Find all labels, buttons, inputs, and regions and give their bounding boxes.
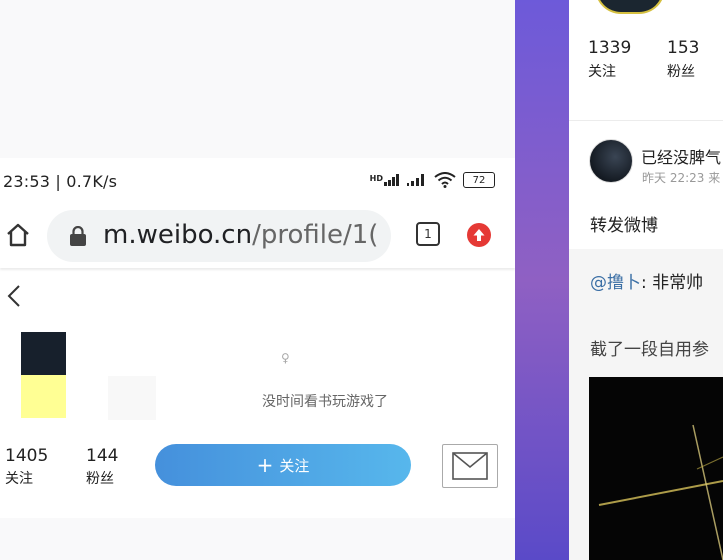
right-followers-count: 153 <box>667 38 700 58</box>
status-time: 23:53 | 0.7K/s <box>3 172 118 191</box>
background-strip <box>515 0 569 560</box>
quoted-post-image[interactable] <box>589 377 723 560</box>
left-screenshot-pane: 23:53 | 0.7K/s HD 72 m.weibo.cn/profile/… <box>0 0 515 560</box>
followers-stat[interactable]: 144 粉丝 <box>86 446 118 488</box>
followers-label: 粉丝 <box>86 471 114 487</box>
right-followers-stat[interactable]: 153 粉丝 <box>667 38 699 81</box>
status-bar: 23:53 | 0.7K/s HD 72 <box>0 158 515 204</box>
post-author-name[interactable]: 已经没脾气 <box>641 144 721 168</box>
following-stat[interactable]: 1405 关注 <box>5 446 48 488</box>
follow-button[interactable]: + 关注 <box>155 444 411 486</box>
profile-avatar-top[interactable] <box>595 0 665 14</box>
profile-bio: 没时间看书玩游戏了 <box>262 394 388 410</box>
following-label: 关注 <box>5 471 33 487</box>
battery-indicator: 72 <box>463 172 495 188</box>
tab-switcher-button[interactable]: 1 <box>416 222 440 246</box>
update-badge-icon[interactable] <box>467 223 491 247</box>
quoted-post-text: @撸卜: 非常帅 <box>590 273 704 293</box>
post-time: 昨天 22:23 来 <box>642 171 721 185</box>
following-count: 1405 <box>5 446 49 466</box>
right-followers-label: 粉丝 <box>667 64 695 80</box>
mobile-screenshot: 23:53 | 0.7K/s HD 72 m.weibo.cn/profile/… <box>0 158 515 518</box>
signal-icon <box>407 174 424 186</box>
back-arrow-icon[interactable] <box>6 284 22 308</box>
divider <box>569 120 723 121</box>
right-following-stat[interactable]: 1339 关注 <box>588 38 631 81</box>
wifi-icon <box>434 172 456 188</box>
followers-count: 144 <box>86 446 119 466</box>
right-following-count: 1339 <box>588 38 632 58</box>
right-screenshot-pane: 1339 关注 153 粉丝 已经没脾气 昨天 22:23 来 转发微博 @撸卜… <box>569 0 723 560</box>
repost-text: 转发微博 <box>590 216 658 236</box>
address-bar[interactable]: m.weibo.cn/profile/1( <box>47 210 391 262</box>
mail-icon <box>452 452 488 480</box>
browser-toolbar: m.weibo.cn/profile/1( 1 <box>0 204 515 268</box>
quoted-post[interactable]: @撸卜: 非常帅 截了一段自用参 <box>569 249 723 560</box>
message-button[interactable] <box>442 444 498 488</box>
profile-avatar[interactable] <box>21 332 66 418</box>
right-following-label: 关注 <box>588 64 616 80</box>
hd-signal-icon: HD <box>370 174 400 186</box>
status-icons: HD 72 <box>370 172 495 188</box>
url-text: m.weibo.cn/profile/1( <box>103 220 379 250</box>
gender-icon: ♀ <box>281 351 290 365</box>
home-icon[interactable] <box>5 222 31 248</box>
follow-button-label: 关注 <box>279 456 310 475</box>
username-blurred <box>108 376 156 420</box>
quoted-post-description: 截了一段自用参 <box>590 340 709 360</box>
mention-link[interactable]: @撸卜 <box>590 273 641 293</box>
lock-icon <box>70 226 86 246</box>
plus-icon: + <box>256 453 274 477</box>
post-author-avatar[interactable] <box>589 139 633 183</box>
